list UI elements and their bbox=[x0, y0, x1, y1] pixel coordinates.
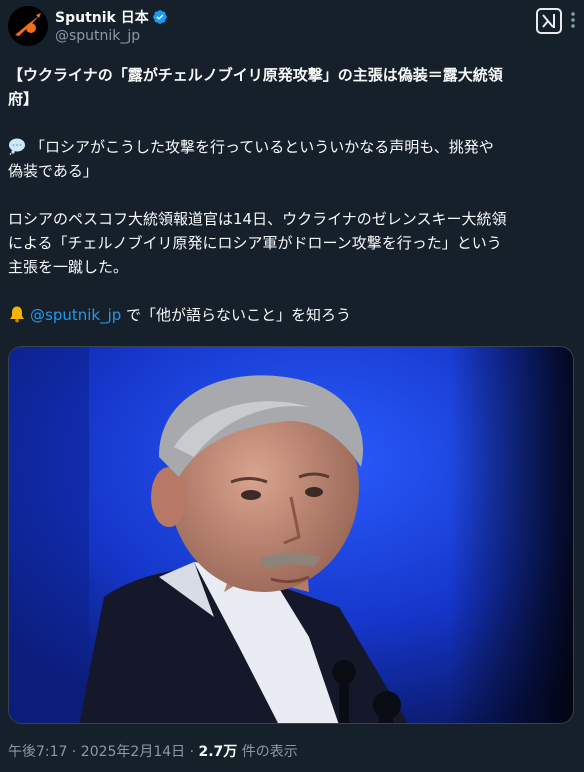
quote-line-2: 偽装である」 bbox=[8, 162, 98, 180]
view-count: 2.7万 bbox=[198, 744, 238, 760]
cta-text: で「他が語らないこと」を知ろう bbox=[121, 306, 352, 324]
sputnik-logo-icon bbox=[8, 6, 48, 46]
photo-peskov bbox=[9, 347, 573, 723]
speech-bubble-icon bbox=[9, 138, 25, 155]
tweet-body: ロシアのペスコフ大統領報道官は14日、ウクライナのゼレンスキー大統領 による「チ… bbox=[8, 207, 576, 279]
mention-link[interactable]: @sputnik_jp bbox=[30, 306, 121, 324]
author-names: Sputnik 日本 @sputnik_jp bbox=[55, 7, 168, 44]
body-line-3: 主張を一蹴した。 bbox=[8, 258, 129, 276]
body-line-1: ロシアのペスコフ大統領報道官は14日、ウクライナのゼレンスキー大統領 bbox=[8, 210, 507, 228]
quote-line-1: 「ロシアがこうした攻撃を行っているといういかなる声明も、挑発や bbox=[30, 138, 494, 156]
author-handle[interactable]: @sputnik_jp bbox=[55, 28, 168, 44]
headline-line-1: 【ウクライナの「露がチェルノブイリ原発攻撃」の主張は偽装＝露大統領 bbox=[8, 66, 503, 84]
tweet-quote: 「ロシアがこうした攻撃を行っているといういかなる声明も、挑発や 偽装である」 bbox=[8, 135, 576, 183]
headline-line-2: 府】 bbox=[8, 90, 39, 108]
view-label: 件の表示 bbox=[237, 744, 298, 760]
grok-button[interactable] bbox=[536, 8, 562, 34]
more-button[interactable] bbox=[568, 10, 578, 30]
tweet-photo[interactable] bbox=[8, 346, 574, 724]
tweet-headline: 【ウクライナの「露がチェルノブイリ原発攻撃」の主張は偽装＝露大統領 府】 bbox=[8, 63, 576, 111]
verified-badge-icon[interactable] bbox=[152, 9, 168, 25]
tweet: Sputnik 日本 @sputnik_jp 【ウクライナの「露がチェルノブイリ… bbox=[0, 0, 584, 772]
display-name-row: Sputnik 日本 bbox=[55, 7, 168, 26]
tweet-header: Sputnik 日本 @sputnik_jp bbox=[8, 6, 578, 46]
display-name[interactable]: Sputnik 日本 bbox=[55, 7, 149, 27]
tweet-cta: @sputnik_jp で「他が語らないこと」を知ろう bbox=[8, 303, 576, 327]
body-line-2: による「チェルノブイリ原発にロシア軍がドローン攻撃を行った」という bbox=[8, 234, 502, 252]
tweet-meta: 午後7:17 · 2025年2月14日 · 2.7万 件の表示 bbox=[8, 741, 298, 761]
more-icon bbox=[571, 12, 575, 28]
grok-icon bbox=[542, 14, 555, 28]
bell-icon bbox=[10, 306, 24, 323]
tweet-timestamp[interactable]: 午後7:17 · 2025年2月14日 · bbox=[8, 744, 199, 760]
tweet-text: 【ウクライナの「露がチェルノブイリ原発攻撃」の主張は偽装＝露大統領 府】 「ロシ… bbox=[8, 63, 576, 327]
avatar[interactable] bbox=[8, 6, 48, 46]
